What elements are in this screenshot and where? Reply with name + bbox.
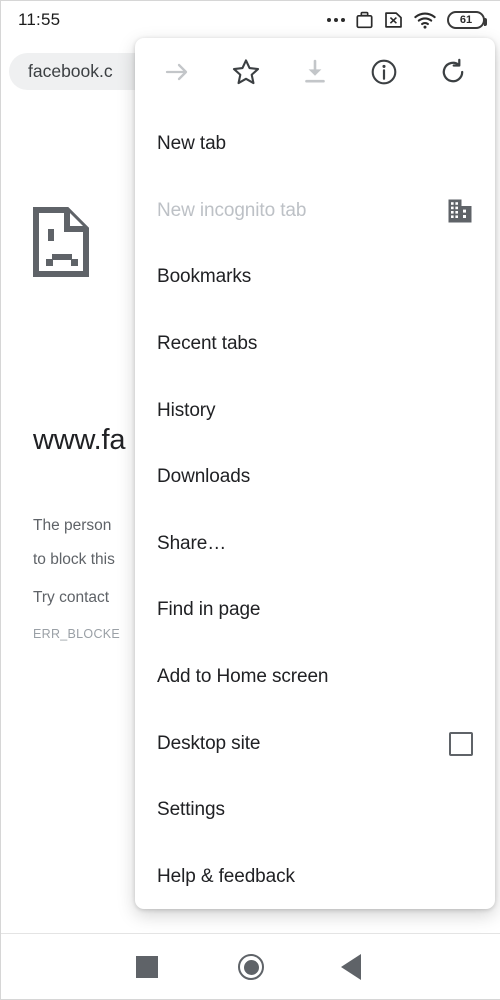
page-info-icon (371, 59, 397, 85)
recents-square-icon (136, 956, 158, 978)
menu-item-label: Settings (157, 799, 225, 821)
error-code-label: ERR_BLOCKE (33, 627, 121, 641)
enterprise-building-icon (448, 199, 472, 223)
menu-item-trailing (449, 731, 473, 756)
menu-item-label: Bookmarks (157, 266, 252, 288)
menu-item-label: Share… (157, 532, 227, 554)
sim-card-missing-icon (385, 12, 402, 28)
menu-item-downloads[interactable]: Downloads (135, 444, 495, 511)
page-info-button[interactable] (349, 38, 418, 106)
menu-item-label: Downloads (157, 466, 251, 488)
menu-item-history[interactable]: History (135, 377, 495, 444)
menu-item-label: New incognito tab (157, 199, 307, 221)
reload-icon (442, 58, 463, 83)
status-icon-group: 61 (327, 11, 487, 29)
menu-item-add-to-home-screen[interactable]: Add to Home screen (135, 644, 495, 711)
back-triangle-icon (341, 954, 361, 980)
status-clock: 11:55 (18, 10, 61, 29)
battery-level-label: 61 (459, 14, 473, 26)
battery-icon: 61 (447, 11, 487, 29)
menu-item-label: History (157, 399, 216, 421)
work-briefcase-icon (356, 11, 373, 29)
error-page-title: www.fa (33, 424, 126, 456)
status-bar: 11:55 61 (1, 1, 500, 39)
download-icon (305, 59, 325, 83)
menu-item-recent-tabs[interactable]: Recent tabs (135, 311, 495, 378)
menu-item-label: Find in page (157, 599, 261, 621)
forward-arrow-icon (166, 63, 188, 81)
menu-item-new-tab[interactable]: New tab (135, 111, 495, 178)
android-navigation-bar (1, 933, 500, 999)
reload-button[interactable] (418, 38, 487, 106)
menu-item-list: New tab New incognito tab Bookmarks Rece… (135, 106, 495, 909)
menu-item-help-and-feedback[interactable]: Help & feedback (135, 844, 495, 909)
menu-quick-action-row (135, 38, 495, 106)
error-paragraph-line-2: to block this (33, 551, 115, 568)
menu-item-label: Help & feedback (157, 865, 295, 887)
bookmark-button[interactable] (212, 38, 281, 106)
menu-item-new-incognito-tab[interactable]: New incognito tab (135, 178, 495, 245)
menu-item-find-in-page[interactable]: Find in page (135, 577, 495, 644)
menu-item-bookmarks[interactable]: Bookmarks (135, 244, 495, 311)
home-button[interactable] (219, 934, 283, 1000)
menu-item-label: Desktop site (157, 732, 261, 754)
bookmark-star-icon (233, 59, 260, 85)
menu-item-label: Recent tabs (157, 333, 258, 355)
browser-app-menu: New tab New incognito tab Bookmarks Rece… (135, 38, 495, 909)
error-paragraph-line-3: Try contact (33, 589, 110, 606)
menu-item-settings[interactable]: Settings (135, 777, 495, 844)
recents-button[interactable] (115, 934, 179, 1000)
menu-item-desktop-site[interactable]: Desktop site (135, 710, 495, 777)
menu-item-trailing (447, 198, 473, 224)
menu-item-label: Add to Home screen (157, 666, 329, 688)
home-circle-icon (238, 954, 264, 980)
menu-item-share[interactable]: Share… (135, 511, 495, 578)
more-dots-icon (327, 18, 345, 22)
error-paragraph-line-1: The person (33, 517, 112, 534)
menu-item-label: New tab (157, 133, 227, 155)
forward-button[interactable] (143, 38, 212, 106)
phone-screen: 11:55 61 facebook.c www.fa The person to… (0, 0, 500, 1000)
desktop-site-checkbox[interactable] (449, 731, 473, 756)
omnibox-url-text: facebook.c (28, 61, 113, 81)
download-button[interactable] (281, 38, 350, 106)
sad-document-icon (33, 207, 89, 277)
back-button[interactable] (319, 934, 383, 1000)
wifi-icon (414, 12, 436, 29)
